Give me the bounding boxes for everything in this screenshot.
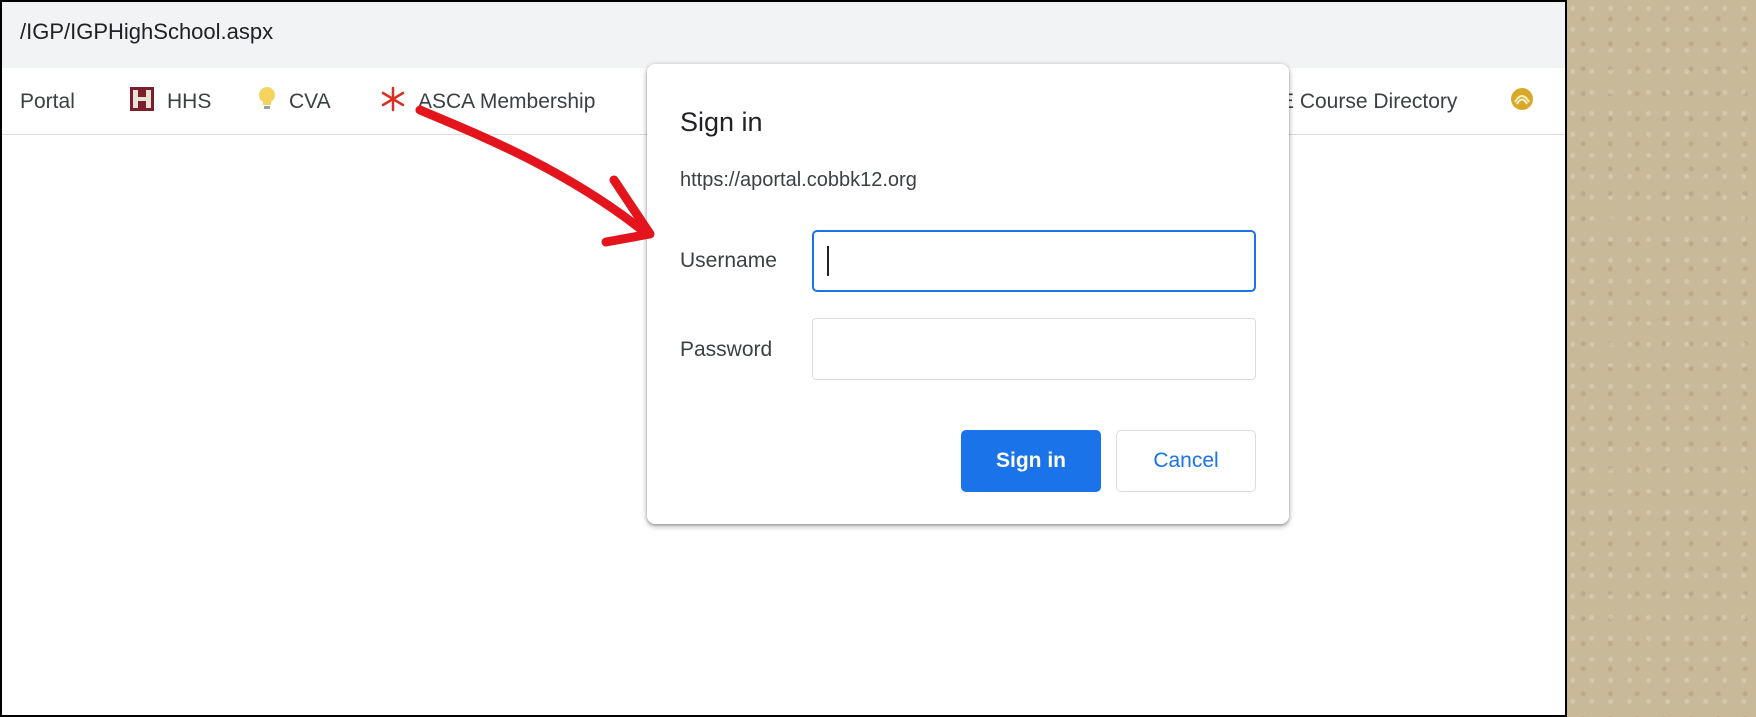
dialog-origin: https://aportal.cobbk12.org [680, 169, 917, 191]
gold-swirl-icon [1509, 86, 1535, 118]
username-label: Username [680, 249, 777, 272]
background-texture [1567, 0, 1756, 717]
bookmark-cva[interactable]: CVA [257, 86, 331, 118]
cancel-button[interactable]: Cancel [1116, 430, 1256, 492]
username-field[interactable] [812, 230, 1256, 292]
asterisk-logo-icon [380, 86, 406, 118]
lightbulb-icon [257, 86, 277, 118]
address-text[interactable]: /IGP/IGPHighSchool.aspx [20, 19, 273, 45]
school-logo-icon [129, 86, 155, 118]
browser-window: /IGP/IGPHighSchool.aspx Portal HHS CVA A… [0, 0, 1567, 717]
bookmark-label: HHS [167, 90, 212, 113]
address-bar[interactable]: /IGP/IGPHighSchool.aspx [2, 2, 1565, 69]
sign-in-button[interactable]: Sign in [961, 430, 1101, 492]
bookmark-course-directory[interactable]: E Course Directory [1280, 88, 1457, 116]
text-caret [827, 246, 829, 276]
sign-in-dialog: Sign in https://aportal.cobbk12.org User… [647, 64, 1289, 524]
bookmark-label: ASCA Membership [418, 90, 596, 113]
bookmark-label: CVA [289, 90, 331, 113]
bookmark-hhs[interactable]: HHS [129, 86, 212, 118]
bookmark-asca[interactable]: ASCA Membership [380, 86, 596, 118]
bookmark-gold[interactable] [1509, 88, 1547, 116]
password-field[interactable] [812, 318, 1256, 380]
password-label: Password [680, 338, 773, 361]
dialog-title: Sign in [680, 107, 763, 137]
bookmark-portal[interactable]: Portal [20, 88, 75, 116]
bookmark-label: E Course Directory [1280, 90, 1458, 113]
bookmark-label: Portal [20, 90, 75, 113]
